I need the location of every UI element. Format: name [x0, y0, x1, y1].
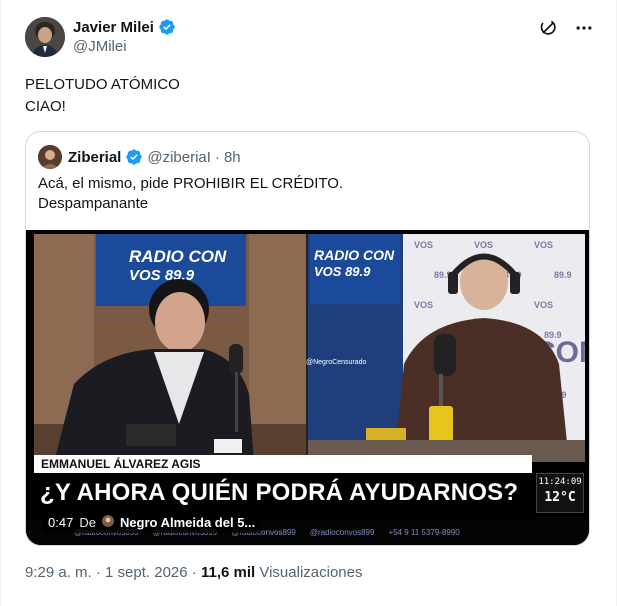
video-player[interactable]: RADIO CON VOS 89.9 RADIO CON VOS 89.9 VO… [26, 230, 589, 545]
svg-text:RADIO CON: RADIO CON [129, 247, 227, 266]
svg-text:RADIO CON: RADIO CON [314, 247, 395, 263]
views-label: Visualizaciones [259, 564, 363, 581]
temperature: 12°C [544, 490, 576, 505]
svg-text:VOS 89.9: VOS 89.9 [314, 264, 371, 279]
post-time[interactable]: 9:29 a. m. [25, 564, 92, 581]
svg-text:VOS: VOS [414, 240, 433, 250]
svg-text:VOS: VOS [414, 300, 433, 310]
svg-text:89.9: 89.9 [554, 270, 572, 280]
video-frame: RADIO CON VOS 89.9 RADIO CON VOS 89.9 VO… [34, 234, 585, 462]
verified-badge-icon [158, 18, 176, 36]
author-avatar[interactable] [25, 17, 65, 57]
uploader-name[interactable]: Negro Almeida del 5... [120, 513, 255, 533]
tweet-meta: 9:29 a. m. · 1 sept. 2026 · 11,6 mil Vis… [25, 564, 362, 581]
quoted-avatar[interactable] [38, 145, 62, 169]
post-date[interactable]: 1 sept. 2026 [105, 564, 188, 581]
quoted-time[interactable]: 8h [224, 149, 241, 166]
quoted-text: Acá, el mismo, pide PROHIBIR EL CRÉDITO.… [38, 174, 343, 214]
quoted-name[interactable]: Ziberial [68, 149, 121, 166]
social-phone: +54 9 11 5379-8990 [388, 528, 460, 537]
guest-name-caption: EMMANUEL ÁLVAREZ AGIS [34, 455, 532, 473]
svg-text:VOS: VOS [534, 240, 553, 250]
grok-icon[interactable] [538, 18, 558, 38]
headline-caption: ¿Y AHORA QUIÉN PODRÁ AYUDARNOS? [34, 473, 532, 513]
clock-time: 11:24:09 [538, 477, 582, 487]
meta-separator: · [95, 564, 101, 581]
social-handle: @radioconvos899 [309, 528, 375, 537]
views-count: 11,6 mil [200, 564, 256, 581]
by-label: De [79, 515, 96, 530]
video-timecode: 0:47 [48, 515, 74, 530]
tweet-line: CIAO! [25, 98, 66, 115]
watermark: @NegroCensurado [306, 359, 367, 366]
svg-text:VOS: VOS [534, 300, 553, 310]
tweet-line: PELOTUDO ATÓMICO [25, 76, 180, 93]
quoted-handle[interactable]: @ziberiaI [147, 149, 211, 166]
tweet-detail: Javier Milei @JMilei PELOTUDO ATÓMICO CI… [0, 0, 617, 606]
dot-separator: · [214, 148, 220, 166]
author-handle[interactable]: @JMilei [73, 38, 127, 55]
author-name[interactable]: Javier Milei [73, 19, 154, 36]
verified-badge-icon [125, 148, 143, 166]
quoted-line: Acá, el mismo, pide PROHIBIR EL CRÉDITO. [38, 175, 344, 192]
tweet-text: PELOTUDO ATÓMICO CIAO! [25, 74, 180, 118]
meta-separator: · [191, 564, 197, 581]
more-icon[interactable] [574, 18, 594, 38]
quoted-line: Despampanante [38, 195, 149, 212]
video-timecode-pill[interactable]: 0:47 De Negro Almeida del 5... [42, 513, 262, 533]
uploader-avatar-icon [101, 513, 114, 533]
quoted-tweet[interactable]: Ziberial @ziberiaI · 8h Acá, el mismo, p… [25, 131, 590, 546]
svg-text:VOS: VOS [474, 240, 493, 250]
clock-panel: 11:24:09 12°C [536, 473, 584, 513]
